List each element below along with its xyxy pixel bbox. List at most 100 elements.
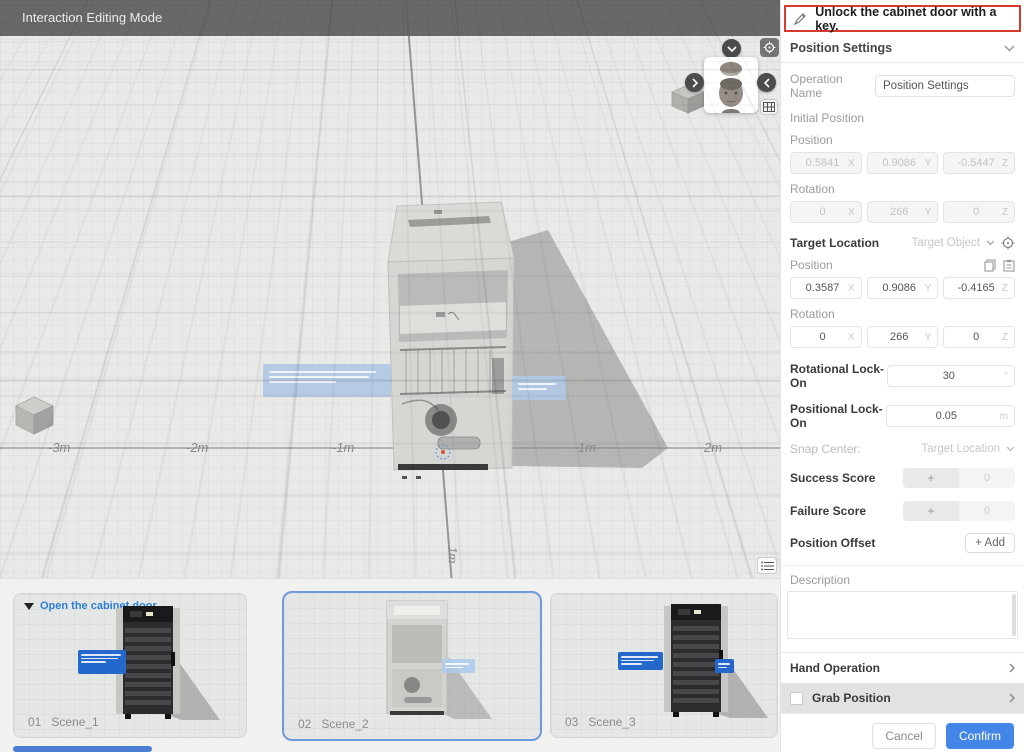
scene-card-1[interactable]: Open the cabinet door 01 Scene_1	[13, 593, 247, 738]
rotation-label: Rotation	[790, 182, 835, 196]
positional-lock-input[interactable]: 0.05 m	[886, 405, 1015, 427]
grab-position-label: Grab Position	[812, 691, 891, 705]
meter-unit: m	[1000, 411, 1008, 422]
position-label: Position	[790, 258, 833, 272]
scene-objects	[0, 0, 780, 578]
3d-viewport[interactable]: -3m -2m -1m 1m 2m 1m	[0, 0, 780, 578]
failure-score-control: + 0	[903, 501, 1015, 521]
pencil-icon	[794, 12, 806, 25]
rotational-lock-label: Rotational Lock-On	[790, 362, 887, 390]
scene-label: 01 Scene_1	[28, 715, 99, 729]
position-label: Position	[790, 133, 833, 147]
snap-center-label: Snap Center:	[790, 442, 861, 456]
grab-position-section[interactable]: Grab Position	[781, 683, 1024, 713]
position-offset-label: Position Offset	[790, 536, 875, 550]
focus-target-button[interactable]	[760, 38, 779, 57]
scene-label: 02 Scene_2	[298, 717, 369, 731]
scene-annotation-tooltip	[618, 652, 663, 670]
initial-position-y-field: 0.9086Y	[867, 152, 939, 174]
chevron-down-icon[interactable]	[986, 240, 995, 246]
chevron-right-icon	[1009, 693, 1015, 703]
scene-index: 02	[298, 717, 311, 731]
textarea-scrollbar[interactable]	[1012, 594, 1016, 636]
section-title: Position Settings	[790, 41, 892, 55]
success-score-increment-button[interactable]: +	[903, 468, 959, 488]
initial-position-fields: 0.5841X 0.9086Y -0.5447Z	[781, 152, 1024, 174]
grid-view-button[interactable]	[760, 99, 778, 115]
chevron-right-icon	[1009, 663, 1015, 673]
small-cube-object	[16, 397, 53, 434]
scene-name: Scene_1	[51, 715, 98, 729]
horizontal-scrollbar-thumb[interactable]	[13, 746, 152, 752]
degree-unit: °	[1004, 371, 1008, 382]
scene-index: 01	[28, 715, 41, 729]
operation-name-input[interactable]	[875, 75, 1015, 97]
initial-rotation-y-field: 266Y	[867, 201, 939, 223]
cabinet-object	[388, 202, 514, 479]
position-settings-section-header[interactable]: Position Settings	[781, 32, 1024, 63]
section-divider	[781, 565, 1024, 566]
add-position-offset-button[interactable]: + Add	[965, 533, 1015, 553]
mode-title: Interaction Editing Mode	[22, 10, 162, 25]
scene-card-2[interactable]: 02 Scene_2	[282, 591, 542, 741]
chevron-left-icon	[764, 78, 770, 88]
chevron-right-icon	[692, 78, 698, 88]
target-object-select[interactable]: Target Object	[912, 237, 980, 249]
panel-footer: Cancel Confirm	[781, 713, 1024, 752]
list-view-button[interactable]	[757, 557, 777, 574]
pick-target-icon[interactable]	[1001, 236, 1015, 250]
failure-score-value: 0	[959, 501, 1015, 521]
target-rotation-y-field[interactable]: 266Y	[867, 326, 939, 348]
target-location-label: Target Location	[790, 236, 879, 250]
success-score-label: Success Score	[790, 471, 875, 485]
orbit-right-button[interactable]	[757, 73, 776, 92]
grab-position-checkbox[interactable]	[790, 692, 803, 705]
target-position-y-field[interactable]: 0.9086Y	[867, 277, 939, 299]
target-rotation-z-field[interactable]: 0Z	[943, 326, 1015, 348]
snap-center-select: Target Location	[921, 443, 1000, 455]
target-rotation-fields: 0X 266Y 0Z	[781, 326, 1024, 348]
list-icon	[761, 561, 774, 571]
initial-rotation-x-field: 0X	[790, 201, 862, 223]
target-position-z-field[interactable]: -0.4165Z	[943, 277, 1015, 299]
description-label: Description	[790, 573, 850, 587]
orbit-left-button[interactable]	[685, 73, 704, 92]
scene-annotation-tooltip	[715, 659, 734, 673]
cancel-button[interactable]: Cancel	[872, 723, 936, 749]
dropdown-triangle-icon	[24, 603, 34, 610]
chevron-down-icon	[1006, 446, 1015, 452]
paste-icon[interactable]	[1003, 259, 1015, 272]
crosshair-icon	[763, 41, 776, 54]
target-position-x-field[interactable]: 0.3587X	[790, 277, 862, 299]
view-cube[interactable]	[704, 57, 758, 113]
initial-position-z-field: -0.5447Z	[943, 152, 1015, 174]
target-position-fields: 0.3587X 0.9086Y -0.4165Z	[781, 277, 1024, 299]
interaction-editor-app: -3m -2m -1m 1m 2m 1m	[0, 0, 1024, 752]
copy-icon[interactable]	[984, 259, 996, 272]
rotational-lock-input[interactable]: 30 °	[887, 365, 1015, 387]
success-score-value: 0	[959, 468, 1015, 488]
description-field-wrap	[787, 591, 1018, 642]
positional-lock-label: Positional Lock-On	[790, 402, 886, 430]
grid-icon	[763, 102, 775, 112]
scene-label: 03 Scene_3	[565, 715, 636, 729]
task-instruction-text: Unlock the cabinet door with a key.	[815, 5, 1011, 33]
camera-down-button[interactable]	[722, 39, 741, 58]
initial-rotation-fields: 0X 266Y 0Z	[781, 201, 1024, 223]
hand-operation-section[interactable]: Hand Operation	[781, 652, 1024, 683]
operation-name-label: Operation Name	[790, 72, 875, 100]
chevron-down-icon	[727, 46, 737, 52]
scene-card-3[interactable]: 03 Scene_3	[550, 593, 778, 738]
mode-header-bar: Interaction Editing Mode	[0, 0, 780, 36]
rotation-label: Rotation	[790, 307, 835, 321]
confirm-button[interactable]: Confirm	[946, 723, 1014, 749]
initial-rotation-z-field: 0Z	[943, 201, 1015, 223]
gizmo-dot	[441, 450, 445, 454]
initial-position-x-field: 0.5841X	[790, 152, 862, 174]
head-orientation-preview	[704, 57, 758, 113]
failure-score-increment-button[interactable]: +	[903, 501, 959, 521]
chevron-down-icon	[1004, 45, 1015, 52]
description-textarea[interactable]	[787, 591, 1018, 639]
target-rotation-x-field[interactable]: 0X	[790, 326, 862, 348]
scene-annotation-tooltip	[512, 376, 566, 400]
